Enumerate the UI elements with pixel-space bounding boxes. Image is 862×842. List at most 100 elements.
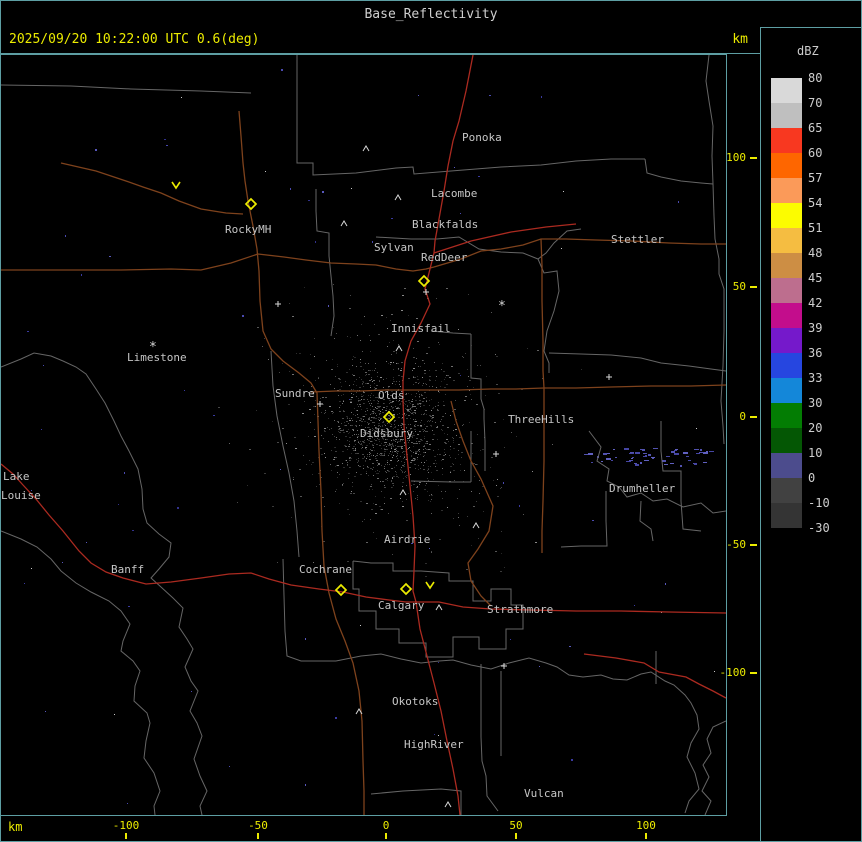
echo-dot [348,423,349,424]
echo-dot [500,571,502,572]
echo-dot [413,491,414,492]
echo-dot [504,447,505,448]
colorbar-tick-51: 51 [808,221,823,235]
echo-dot [333,412,334,413]
echo-dot [422,440,423,441]
echo-dot [500,488,501,489]
echo-dot [362,383,363,384]
echo-dot [396,472,397,473]
echo-dot [425,563,427,564]
echo-dot [490,467,491,468]
echo-dot [310,422,311,423]
echo-dot [462,356,463,357]
echo-dot [408,493,409,494]
echo-dot [391,354,392,355]
echo-dot [400,469,401,470]
echo-dot [537,350,539,351]
echo-dot [386,408,387,409]
echo-dot [312,462,314,463]
colorbar-tick-39: 39 [808,321,823,335]
echo-dot [350,399,352,400]
echo-dot [404,456,405,457]
echo-dot [376,408,377,409]
echo-dot [348,429,349,430]
echo-dot [389,418,390,419]
echo-dot [369,380,371,381]
echo-dot [347,449,348,450]
echo-dot [441,491,442,492]
echo-dot [370,409,371,410]
echo-dot [421,420,422,421]
colorbar-tick-57: 57 [808,171,823,185]
echo-dot [325,457,326,458]
echo-dot [332,434,333,435]
echo-dot [385,464,386,465]
echo-dot [369,443,370,444]
echo-dot [423,452,425,453]
echo-dot [339,474,340,475]
echo-dot [353,430,354,431]
town-caret-icon [395,345,403,352]
weak-echo-dot [43,365,44,366]
echo-dot [460,464,461,465]
echo-dot [409,411,410,412]
echo-dot [380,509,381,510]
echo-dot [464,470,465,471]
echo-dot [423,405,425,406]
echo-dot [320,448,322,449]
echo-dot [352,359,353,360]
echo-dot [384,451,386,452]
echo-dot [420,439,422,440]
echo-dot [357,404,358,405]
echo-dot [391,481,392,482]
echo-dot [329,406,331,407]
echo-dot [373,400,375,401]
echo-dot [431,472,432,473]
echo-dot [366,458,367,459]
echo-dot [387,470,388,471]
echo-dot [374,387,375,388]
echo-streak [699,452,704,453]
echo-dot [342,463,343,464]
echo-dot [400,498,401,499]
echo-dot [473,387,474,388]
echo-dot [428,449,430,450]
echo-dot [337,477,338,478]
echo-dot [408,448,409,449]
echo-dot [272,506,274,507]
echo-dot [392,457,393,458]
echo-dot [371,417,372,418]
echo-dot [376,538,377,539]
echo-dot [342,403,343,404]
echo-dot [378,417,380,418]
echo-dot [360,474,362,475]
echo-dot [404,466,405,467]
colorbar-tick-42: 42 [808,296,823,310]
echo-dot [402,440,403,441]
echo-dot [339,407,340,408]
town-asterisk-icon: * [149,340,157,355]
echo-dot [431,494,432,495]
echo-dot [449,455,450,456]
echo-dot [342,485,343,486]
town-plus-icon [423,289,429,295]
echo-dot [374,370,375,371]
echo-streak [706,451,708,453]
echo-dot [288,404,290,405]
echo-dot [425,452,426,453]
echo-dot [343,467,345,468]
echo-dot [397,446,399,447]
echo-streak [653,448,658,449]
echo-dot [413,348,414,349]
echo-dot [413,433,414,434]
echo-dot [381,454,382,455]
echo-dot [277,562,278,563]
echo-dot [373,467,374,468]
town-plus-icon [606,374,612,380]
weak-echo-dot [510,639,511,640]
echo-dot [431,418,433,419]
echo-dot [350,458,352,459]
echo-dot [367,383,369,384]
echo-dot [373,447,374,448]
echo-dot [339,428,341,429]
